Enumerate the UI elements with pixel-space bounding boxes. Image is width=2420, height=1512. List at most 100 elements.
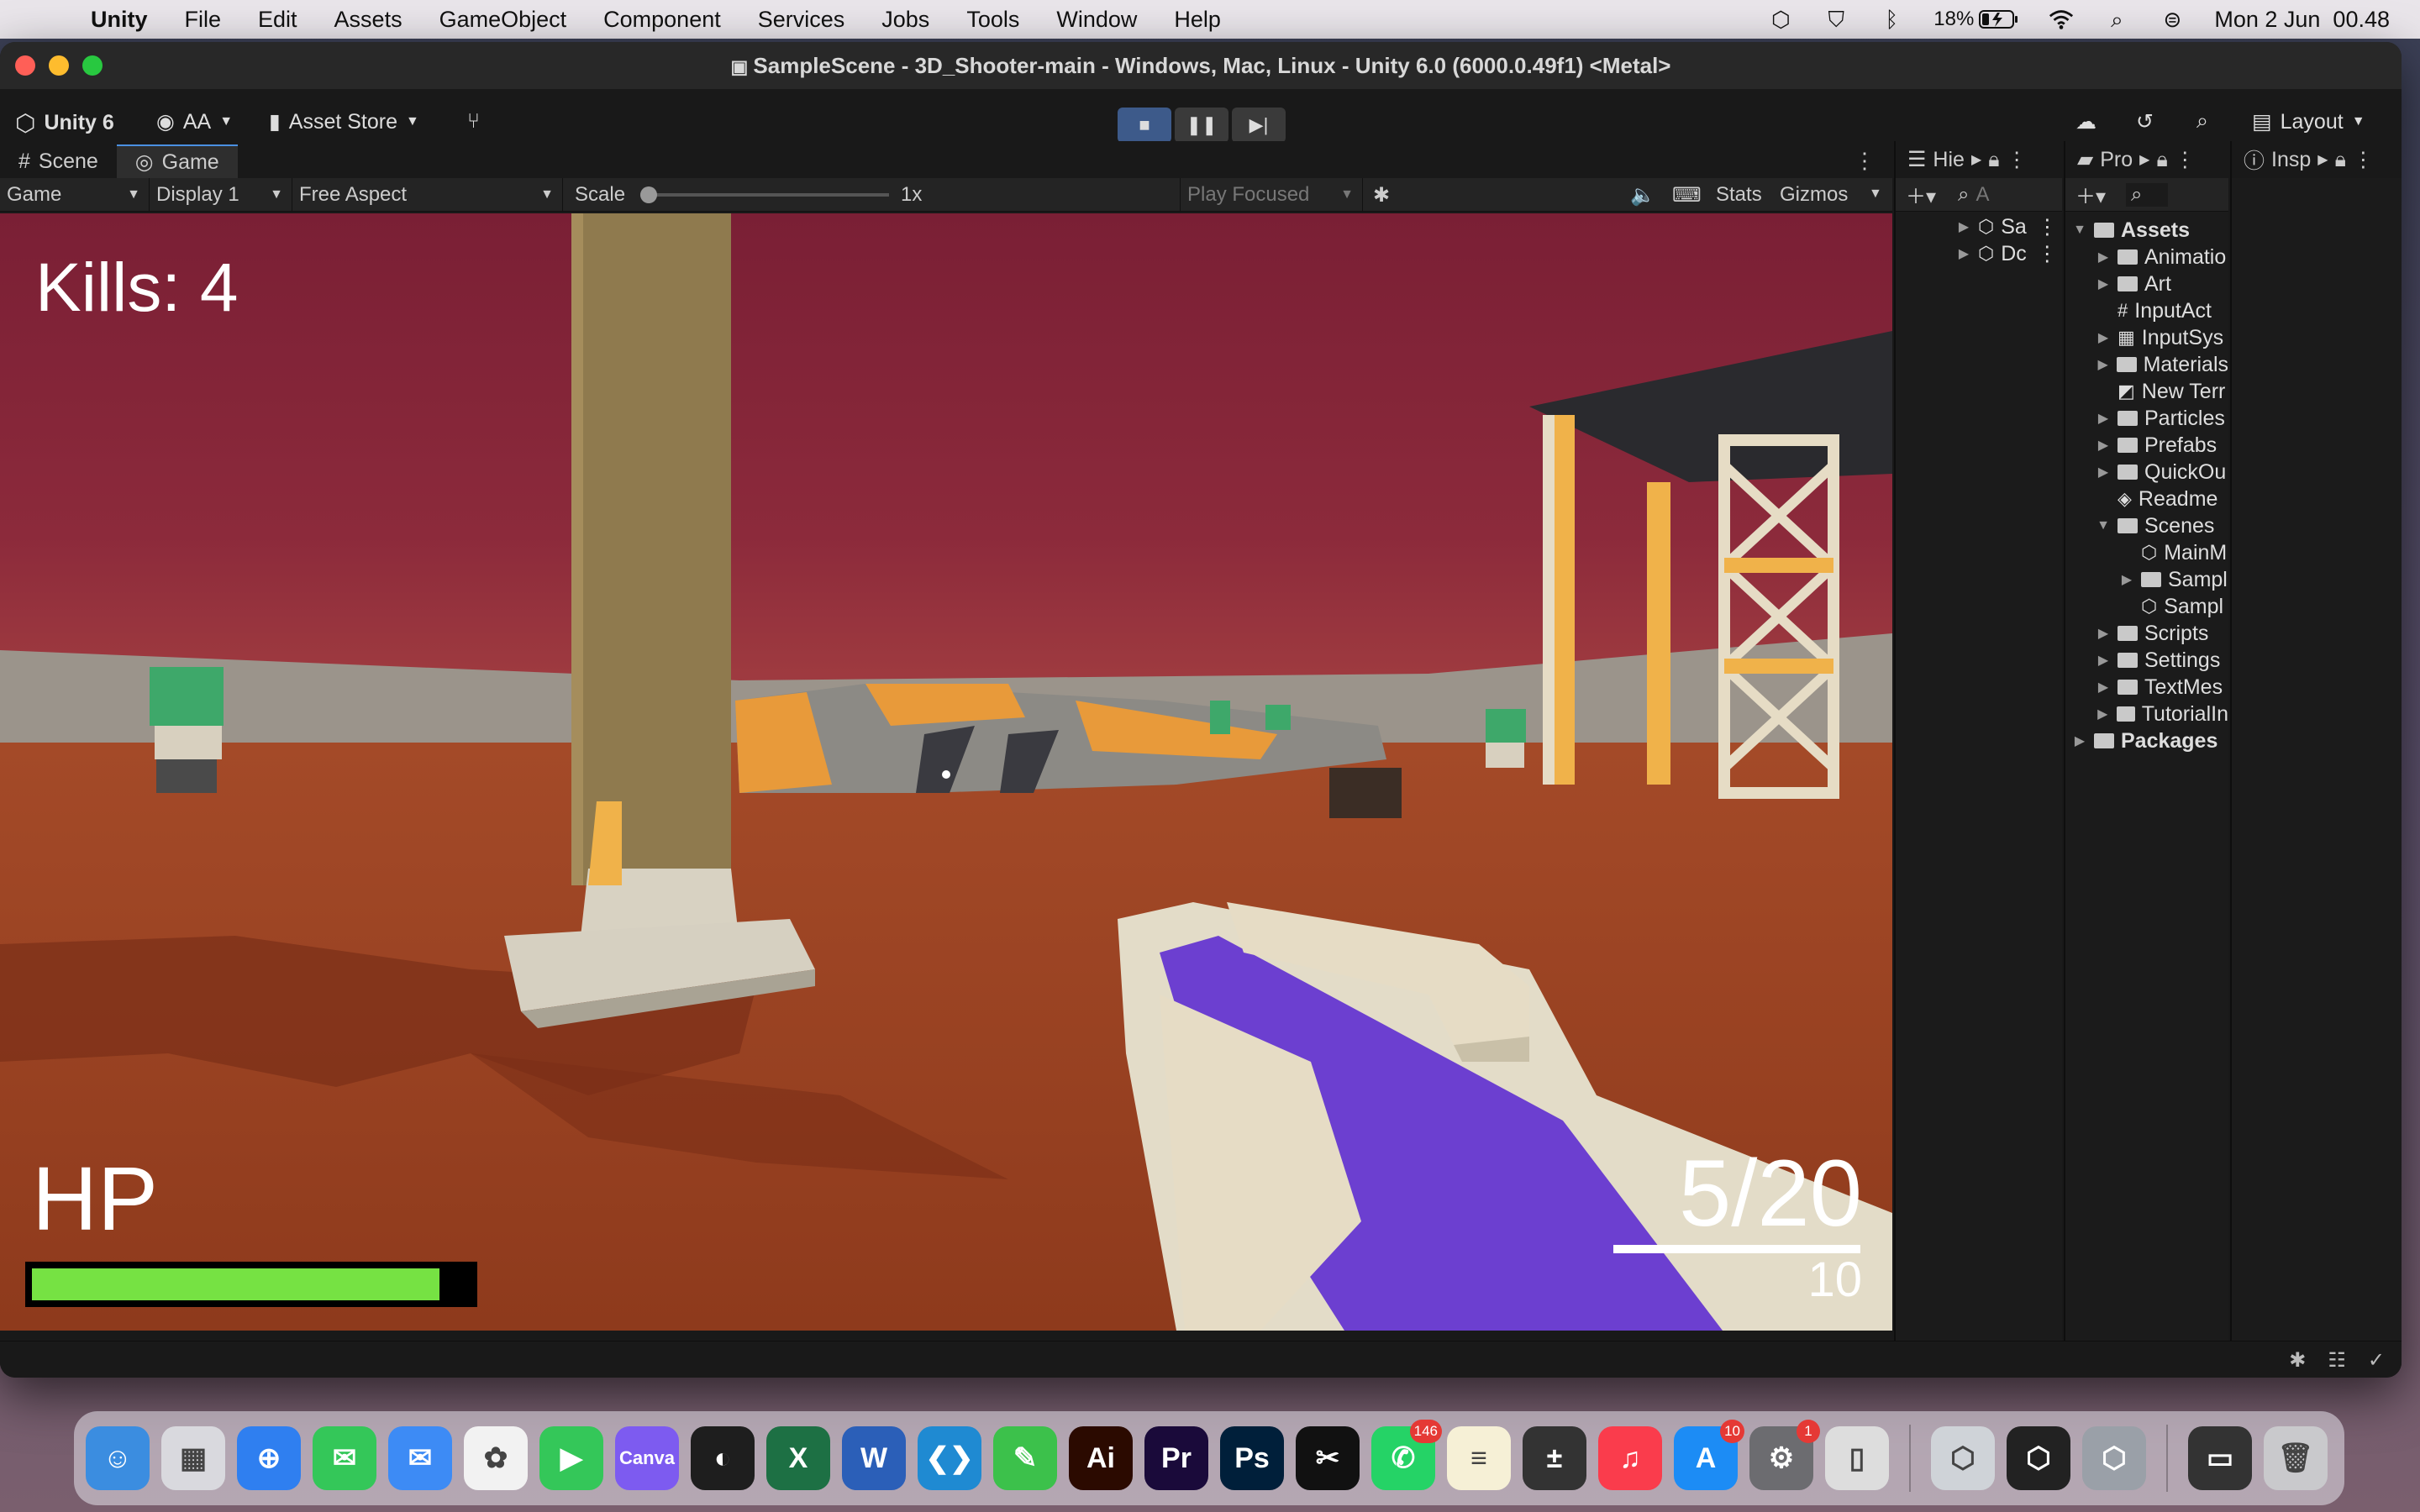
project-tree-item[interactable]: # InputAct	[2065, 297, 2228, 324]
project-tree-item[interactable]: ▶ TutorialIn	[2065, 701, 2228, 727]
pause-button[interactable]: ❚❚	[1175, 108, 1228, 143]
tab-hierarchy[interactable]: ☰ Hie ▶ 🔒︎ ⋮	[1896, 141, 2062, 178]
project-tree-item[interactable]: ▶ QuickOu	[2065, 459, 2228, 486]
game-viewport[interactable]: Kills: 4 HP 5/20 10	[0, 213, 1892, 1331]
chevron-right-icon[interactable]: ▶	[2096, 706, 2110, 722]
project-tree-item[interactable]: ▶ Packages	[2065, 727, 2228, 754]
facetime-icon[interactable]: ▶	[539, 1426, 603, 1490]
hierarchy-item[interactable]: ▶ ⬡ Sa ⋮	[1896, 213, 2062, 240]
launchpad-icon[interactable]: ▦	[161, 1426, 225, 1490]
zoom-window-button[interactable]	[82, 55, 103, 76]
chevron-right-icon[interactable]: ▶	[2119, 571, 2134, 588]
asset-store-dropdown[interactable]: ▮ Asset Store ▼	[269, 109, 419, 134]
expand-arrow-icon[interactable]: ▶	[1956, 218, 1971, 235]
chevron-right-icon[interactable]: ▶	[2096, 437, 2111, 454]
play-focus-dropdown[interactable]: Play Focused ▼	[1180, 178, 1363, 212]
checkmark-icon[interactable]: ✓	[2368, 1348, 2385, 1373]
expand-arrow-icon[interactable]: ▶	[1956, 245, 1971, 262]
step-button[interactable]: ▶|	[1232, 108, 1286, 143]
app-store-icon[interactable]: A 10	[1674, 1420, 1744, 1490]
photoshop-icon[interactable]: Ps	[1220, 1426, 1284, 1490]
lock-icon[interactable]: 🔒︎	[1988, 148, 1999, 172]
excel-icon[interactable]: X	[766, 1426, 830, 1490]
tab-game[interactable]: ◎ Game	[116, 144, 238, 178]
illustrator-icon[interactable]: Ai	[1069, 1426, 1133, 1490]
figma-icon[interactable]: ◐	[691, 1426, 755, 1490]
project-tree-item[interactable]: ▶ Art	[2065, 270, 2228, 297]
scale-slider[interactable]	[640, 186, 889, 203]
minimize-window-button[interactable]	[49, 55, 69, 76]
trash-icon[interactable]: 🗑	[2264, 1426, 2328, 1490]
lock-icon[interactable]: 🔒︎	[2335, 148, 2346, 172]
chevron-right-icon[interactable]: ▶	[2096, 329, 2111, 346]
premiere-icon[interactable]: Pr	[1144, 1426, 1208, 1490]
undo-history-button[interactable]: ↺	[2136, 109, 2154, 134]
account-dropdown[interactable]: ◉ AA ▼	[156, 109, 233, 134]
chevron-down-icon[interactable]: ▼	[2096, 518, 2111, 533]
menu-component[interactable]: Component	[603, 7, 721, 33]
more-options-icon[interactable]: ⋮	[2353, 147, 2374, 172]
add-icon[interactable]: ＋▾	[2075, 180, 2106, 209]
project-tree-item[interactable]: ▶ TextMes	[2065, 674, 2228, 701]
unity-6-icon[interactable]: ⬡	[2082, 1426, 2146, 1490]
pen-app-icon[interactable]: ✎	[993, 1426, 1057, 1490]
system-settings-icon[interactable]: ⚙ 1	[1749, 1420, 1820, 1490]
menu-app-unity[interactable]: Unity	[91, 7, 148, 33]
control-center-icon[interactable]: ⊜	[2159, 8, 2186, 31]
project-tree-item[interactable]: ▶ Animatio	[2065, 244, 2228, 270]
more-options-icon[interactable]: ⋮	[1854, 148, 1876, 174]
chevron-right-icon[interactable]: ▶	[2096, 249, 2111, 265]
project-tree-item[interactable]: ▼ Scenes	[2065, 512, 2228, 539]
menu-help[interactable]: Help	[1174, 7, 1221, 33]
project-tree-item[interactable]: ⬡ Sampl	[2065, 593, 2228, 620]
chevron-right-icon[interactable]: ▶	[2096, 679, 2111, 696]
more-options-icon[interactable]: ⋮	[2037, 241, 2058, 266]
unity-version-button[interactable]: ⬡ Unity 6	[15, 109, 114, 137]
battery-status[interactable]: 18%	[1933, 8, 2019, 31]
photos-icon[interactable]: ✿	[464, 1426, 528, 1490]
game-mode-dropdown[interactable]: Game ▼	[0, 178, 150, 212]
search-icon[interactable]: ⌕	[2126, 182, 2168, 207]
keyboard-icon[interactable]: ⌨	[1672, 183, 1702, 207]
chevron-right-icon[interactable]: ▶	[2096, 276, 2111, 292]
music-icon[interactable]: ♫	[1598, 1426, 1662, 1490]
bug-icon[interactable]: ✱	[1373, 183, 1390, 207]
canva-icon[interactable]: Canva	[615, 1426, 679, 1490]
unity-status-icon[interactable]: ⬡	[1767, 8, 1794, 31]
messages-icon[interactable]: ✉	[313, 1426, 376, 1490]
recent-window-icon[interactable]: ▭	[2188, 1426, 2252, 1490]
cloud-button[interactable]: ☁	[2075, 109, 2096, 134]
search-button[interactable]: ⌕	[2196, 109, 2208, 134]
project-tree-item[interactable]: ◈ Readme	[2065, 486, 2228, 512]
menu-file[interactable]: File	[185, 7, 222, 33]
project-tree-item[interactable]: ◩ New Terr	[2065, 378, 2228, 405]
chevron-down-icon[interactable]: ▼	[2072, 223, 2087, 238]
project-tree-item[interactable]: ▶ Prefabs	[2065, 432, 2228, 459]
layout-dropdown[interactable]: ▤ Layout ▼	[2252, 109, 2365, 134]
unity-icon[interactable]: ⬡	[2007, 1426, 2070, 1490]
word-icon[interactable]: W	[842, 1426, 906, 1490]
tab-inspector[interactable]: ⓘ Insp ▶ 🔒︎ ⋮	[2232, 141, 2402, 178]
calculator-icon[interactable]: ±	[1523, 1426, 1586, 1490]
menu-tools[interactable]: Tools	[966, 7, 1019, 33]
hierarchy-item[interactable]: ▶ ⬡ Dc ⋮	[1896, 240, 2062, 267]
close-window-button[interactable]	[15, 55, 35, 76]
project-tree-item[interactable]: ⬡ MainM	[2065, 539, 2228, 566]
menu-jobs[interactable]: Jobs	[881, 7, 929, 33]
shield-status-icon[interactable]: ⛉	[1823, 8, 1849, 31]
chevron-right-icon[interactable]: ▶	[2096, 625, 2111, 642]
menu-edit[interactable]: Edit	[258, 7, 297, 33]
clock[interactable]: Mon 2 Jun 00.48	[2214, 7, 2390, 33]
tab-scene[interactable]: # Scene	[0, 144, 117, 178]
tab-project[interactable]: ▰ Pro ▶ 🔒︎ ⋮	[2065, 141, 2228, 178]
audio-mute-icon[interactable]: 🔈	[1630, 183, 1655, 207]
aspect-dropdown[interactable]: Free Aspect ▼	[292, 178, 563, 212]
project-tree-item[interactable]: ▼ Assets	[2065, 217, 2228, 244]
version-control-button[interactable]: ⑂	[467, 109, 480, 134]
menu-services[interactable]: Services	[758, 7, 845, 33]
chevron-right-icon[interactable]: ▶	[2096, 410, 2111, 427]
project-tree-item[interactable]: ▶ Scripts	[2065, 620, 2228, 647]
more-options-icon[interactable]: ⋮	[2007, 147, 2028, 172]
menu-gameobject[interactable]: GameObject	[439, 7, 567, 33]
project-tree-item[interactable]: ▶ Sampl	[2065, 566, 2228, 593]
